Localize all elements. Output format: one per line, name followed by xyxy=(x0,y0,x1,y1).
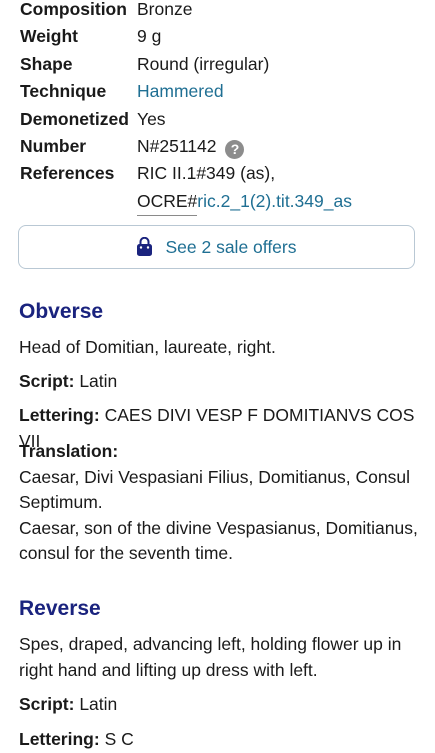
script-value: Latin xyxy=(79,371,118,391)
obverse-script: Script: Latin xyxy=(19,369,419,395)
coin-specs-table: Composition Bronze Weight 9 g Shape Roun… xyxy=(20,0,420,217)
translation-label: Translation: xyxy=(19,441,119,461)
references-value: RIC II.1#349 (as), OCRE#ric.2_1(2).tit.3… xyxy=(137,160,352,217)
obverse-heading: Obverse xyxy=(19,300,104,323)
lettering-value: S C xyxy=(104,729,134,749)
script-value: Latin xyxy=(79,694,118,714)
spec-row-number: Number N#251142? xyxy=(20,133,420,160)
technique-link[interactable]: Hammered xyxy=(137,78,224,105)
script-label: Script: xyxy=(19,694,75,714)
reverse-script: Script: Latin xyxy=(19,692,419,718)
lettering-label: Lettering: xyxy=(19,405,100,425)
translation-english: Caesar, son of the divine Vespasianus, D… xyxy=(19,517,418,564)
spec-row-demonetized: Demonetized Yes xyxy=(20,106,420,133)
ocre-link[interactable]: ric.2_1(2).tit.349_as xyxy=(197,191,352,211)
ocre-prefix: OCRE# xyxy=(137,188,198,217)
translation-latin: Caesar, Divi Vespasiani Filius, Domitian… xyxy=(19,466,410,513)
spec-value: Bronze xyxy=(137,0,193,19)
spec-label: Weight xyxy=(20,26,79,47)
spec-label: Composition xyxy=(20,0,127,19)
spec-row-composition: Composition Bronze xyxy=(20,0,420,23)
question-circle-icon[interactable]: ? xyxy=(225,140,245,160)
reverse-description: Spes, draped, advancing left, holding fl… xyxy=(19,634,402,680)
obverse-description: Head of Domitian, laureate, right. xyxy=(19,337,276,357)
number-value: N#251142 xyxy=(137,136,217,157)
spec-value: Round (irregular) xyxy=(137,53,270,74)
lettering-label: Lettering: xyxy=(19,729,100,749)
spec-value: Yes xyxy=(137,108,166,129)
spec-value: N#251142? xyxy=(137,133,245,160)
spec-row-weight: Weight 9 g xyxy=(20,23,420,50)
reference-ocre: OCRE#ric.2_1(2).tit.349_as xyxy=(137,188,352,217)
spec-row-references: References RIC II.1#349 (as), OCRE#ric.2… xyxy=(20,160,420,217)
reverse-lettering: Lettering: S C xyxy=(19,727,419,753)
reference-ric: RIC II.1#349 (as), xyxy=(137,163,276,184)
sale-offers-button[interactable]: See 2 sale offers xyxy=(18,225,415,269)
shopping-bag-icon xyxy=(137,237,153,256)
sale-offers-label: See 2 sale offers xyxy=(165,236,297,257)
spec-row-shape: Shape Round (irregular) xyxy=(20,51,420,78)
spec-label: Number xyxy=(20,136,87,157)
spec-label: Demonetized xyxy=(20,108,129,129)
spec-value: 9 g xyxy=(137,26,162,47)
reverse-heading: Reverse xyxy=(19,597,101,620)
spec-label: Technique xyxy=(20,81,107,102)
spec-label: References xyxy=(20,163,115,184)
spec-row-technique: Technique Hammered xyxy=(20,78,420,105)
spec-label: Shape xyxy=(20,53,73,74)
obverse-translation: Translation: Caesar, Divi Vespasiani Fil… xyxy=(19,439,419,567)
script-label: Script: xyxy=(19,371,75,391)
